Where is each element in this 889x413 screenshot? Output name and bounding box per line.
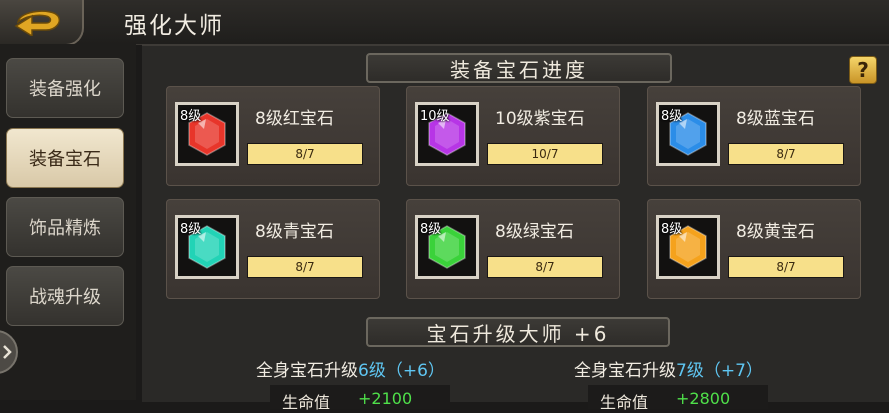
gem-name: 8级蓝宝石 bbox=[736, 109, 815, 129]
back-button[interactable] bbox=[0, 0, 84, 46]
next-master-line: 全身宝石升级7级（+7） bbox=[574, 356, 763, 381]
gem-card[interactable]: 8级 8级黄宝石 8/7 bbox=[647, 199, 861, 299]
gem-card[interactable]: 10级 10级紫宝石 10/7 bbox=[406, 86, 620, 186]
current-master-line: 全身宝石升级6级（+6） bbox=[256, 356, 445, 381]
gem-master-title: 宝石升级大师 +6 bbox=[366, 317, 670, 347]
next-attr-value: +2800 bbox=[676, 389, 731, 408]
page-title: 强化大师 bbox=[124, 13, 224, 39]
tab-accessory-refine[interactable]: 饰品精炼 bbox=[6, 197, 124, 257]
next-attr-row: 生命值 +2800 bbox=[588, 385, 768, 412]
gem-progress-text: 8/7 bbox=[776, 260, 796, 274]
gem-icon-frame: 8级 bbox=[656, 102, 720, 166]
gem-name: 8级绿宝石 bbox=[495, 222, 574, 242]
gem-progress-text: 8/7 bbox=[295, 260, 315, 274]
sidebar-expand-button[interactable] bbox=[0, 330, 18, 374]
gem-icon-frame: 8级 bbox=[656, 215, 720, 279]
gem-progress-bar: 8/7 bbox=[247, 256, 363, 278]
gem-card[interactable]: 8级 8级绿宝石 8/7 bbox=[406, 199, 620, 299]
gem-progress-bar: 8/7 bbox=[728, 256, 844, 278]
gem-level-label: 8级 bbox=[180, 222, 202, 237]
next-master-bonus: （+7） bbox=[703, 361, 763, 381]
gem-progress-text: 8/7 bbox=[295, 147, 315, 161]
gem-name: 8级红宝石 bbox=[255, 109, 334, 129]
gem-name: 8级黄宝石 bbox=[736, 222, 815, 242]
gem-progress-bar: 8/7 bbox=[728, 143, 844, 165]
sidebar: 装备强化 装备宝石 饰品精炼 战魂升级 bbox=[0, 44, 136, 400]
tab-soul-upgrade[interactable]: 战魂升级 bbox=[6, 266, 124, 326]
current-master-level: 6级 bbox=[358, 361, 386, 381]
help-button[interactable]: ? bbox=[849, 56, 877, 84]
gem-progress-bar: 8/7 bbox=[487, 256, 603, 278]
gem-level-label: 8级 bbox=[420, 222, 442, 237]
gem-level-label: 8级 bbox=[661, 109, 683, 124]
top-bar: 强化大师 bbox=[0, 0, 889, 46]
current-master-bonus: （+6） bbox=[385, 361, 445, 381]
next-attr-name: 生命值 bbox=[600, 393, 649, 412]
gem-name: 10级紫宝石 bbox=[495, 109, 585, 129]
gem-progress-text: 8/7 bbox=[776, 147, 796, 161]
gem-icon-frame: 8级 bbox=[175, 215, 239, 279]
gem-level-label: 8级 bbox=[180, 109, 202, 124]
return-arrow-icon bbox=[14, 10, 60, 36]
gem-icon-frame: 8级 bbox=[175, 102, 239, 166]
gem-name: 8级青宝石 bbox=[255, 222, 334, 242]
tab-equipment-gem[interactable]: 装备宝石 bbox=[6, 128, 124, 188]
current-master-prefix: 全身宝石升级 bbox=[256, 361, 358, 381]
gem-progress-text: 8/7 bbox=[535, 260, 555, 274]
gem-level-label: 8级 bbox=[661, 222, 683, 237]
current-attr-value: +2100 bbox=[358, 389, 413, 408]
gem-icon-frame: 8级 bbox=[415, 215, 479, 279]
gem-progress-text: 10/7 bbox=[531, 147, 559, 161]
main-panel: 装备宝石进度 ? 8级 8级红宝石 8/7 10级 10级紫宝石 10/7 8级 8级蓝宝石 8… bbox=[142, 44, 889, 412]
current-attr-name: 生命值 bbox=[282, 393, 331, 412]
gem-progress-bar: 8/7 bbox=[247, 143, 363, 165]
current-attr-row: 生命值 +2100 bbox=[270, 385, 450, 412]
gem-icon-frame: 10级 bbox=[415, 102, 479, 166]
next-master-prefix: 全身宝石升级 bbox=[574, 361, 676, 381]
gem-card[interactable]: 8级 8级红宝石 8/7 bbox=[166, 86, 380, 186]
gem-card[interactable]: 8级 8级蓝宝石 8/7 bbox=[647, 86, 861, 186]
chevron-right-icon bbox=[3, 345, 12, 359]
gem-level-label: 10级 bbox=[420, 109, 450, 124]
tab-equipment-enhance[interactable]: 装备强化 bbox=[6, 58, 124, 118]
gem-card[interactable]: 8级 8级青宝石 8/7 bbox=[166, 199, 380, 299]
gem-progress-bar: 10/7 bbox=[487, 143, 603, 165]
next-master-level: 7级 bbox=[676, 361, 704, 381]
gem-progress-title: 装备宝石进度 bbox=[366, 53, 672, 83]
